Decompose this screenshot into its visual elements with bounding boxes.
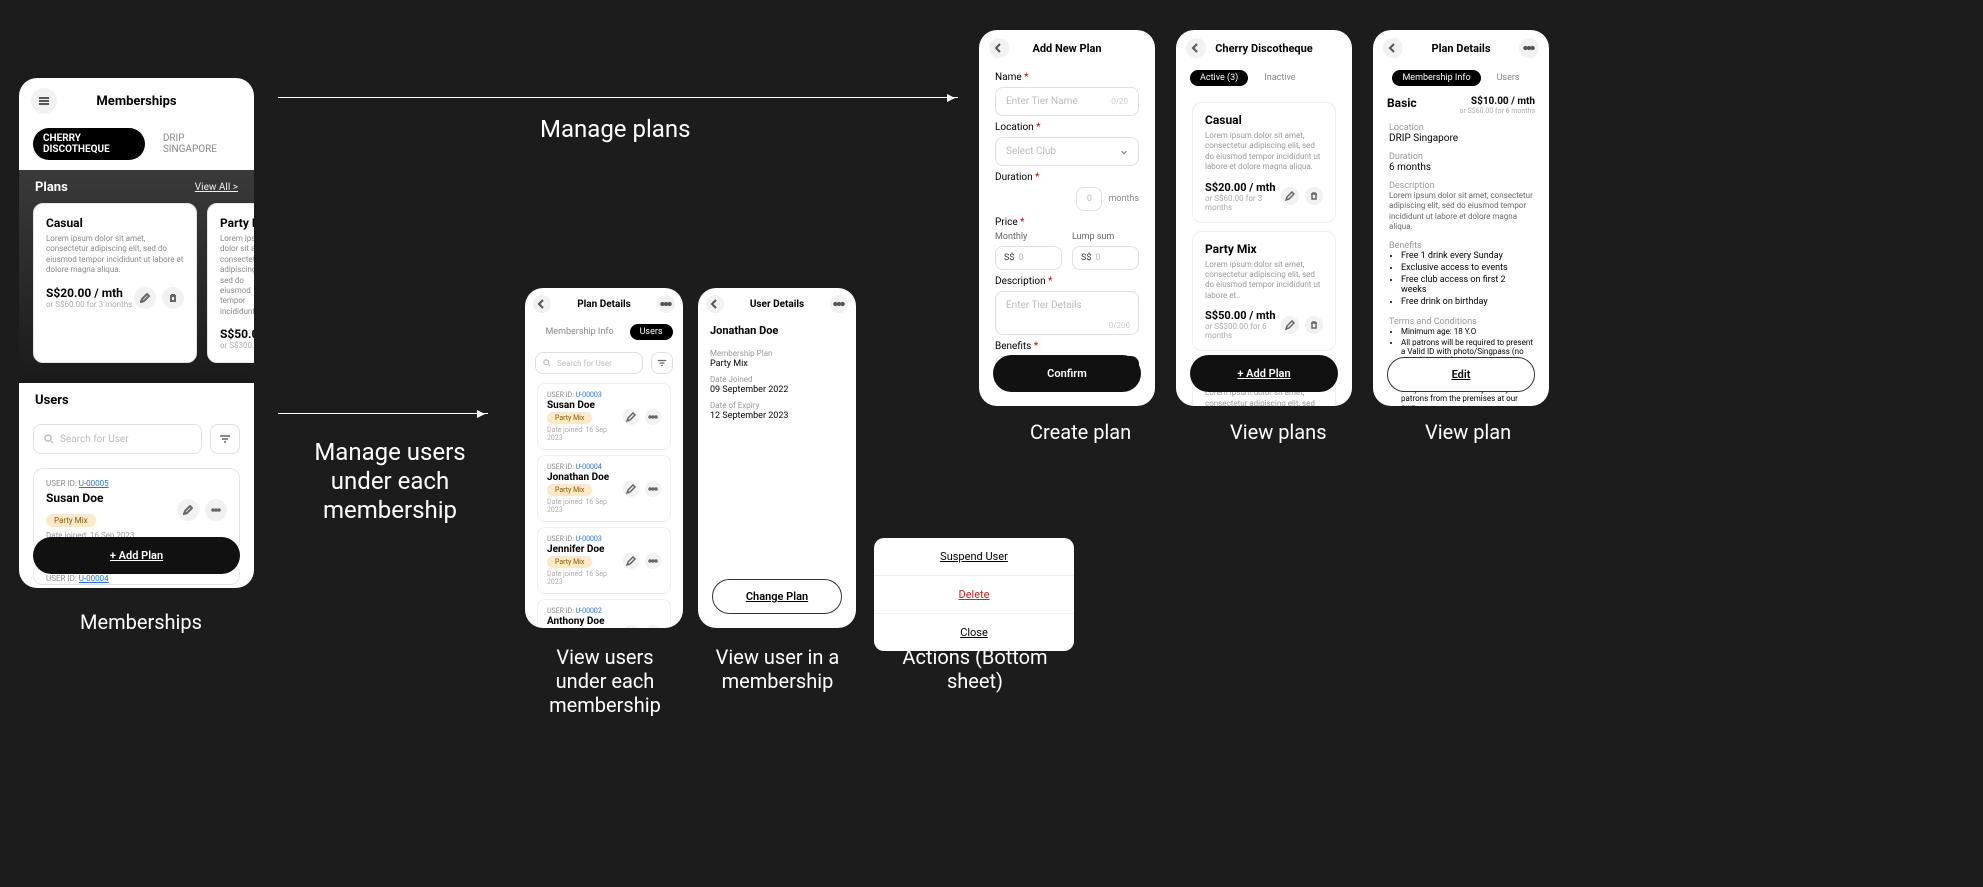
- add-plan-button[interactable]: + Add Plan: [33, 537, 240, 574]
- plan-card[interactable]: CasualLorem ipsum dolor sit amet, consec…: [1192, 102, 1336, 223]
- user-id-link[interactable]: U-00004: [79, 574, 109, 583]
- pencil-icon[interactable]: [623, 553, 639, 569]
- more-icon[interactable]: [830, 295, 848, 313]
- pencil-icon[interactable]: [623, 481, 639, 497]
- user-list-item[interactable]: USER ID: U-00003Jennifer DoeParty MixDat…: [537, 527, 671, 594]
- search-input[interactable]: Search for User: [33, 424, 202, 454]
- page-title: Plan Details: [559, 299, 649, 310]
- trash-icon[interactable]: [1305, 316, 1323, 334]
- page-title: Cherry Discotheque: [1214, 42, 1314, 55]
- tab-cherry[interactable]: CHERRY DISCOTHEQUE: [33, 128, 145, 160]
- page-title: User Details: [732, 299, 822, 310]
- arrow-manage-users: [278, 413, 488, 414]
- more-icon[interactable]: [645, 625, 661, 629]
- change-plan-button[interactable]: Change Plan: [712, 579, 842, 614]
- tab-membership-info[interactable]: Membership Info: [535, 324, 623, 340]
- user-list-item[interactable]: USER ID: U-00002Anthony DoeParty MixDate…: [537, 599, 671, 628]
- more-icon[interactable]: [645, 553, 661, 569]
- plan-card[interactable]: Party MixLorem ipsum dolor sit amet, con…: [1192, 231, 1336, 352]
- caption-view-plans: View plans: [1230, 420, 1327, 444]
- caption-memberships: Memberships: [80, 610, 202, 634]
- view-plan-screen: Plan Details Membership Info Users Basic…: [1373, 30, 1549, 406]
- user-details-screen: User Details Jonathan Doe Membership Pla…: [698, 288, 856, 628]
- plan-card[interactable]: Casual Lorem ipsum dolor sit amet, conse…: [33, 203, 197, 363]
- more-icon[interactable]: [657, 295, 675, 313]
- pencil-icon[interactable]: [1281, 316, 1299, 334]
- filter-icon[interactable]: [210, 424, 240, 454]
- user-id-link[interactable]: U-00002: [576, 607, 602, 615]
- tab-users[interactable]: Users: [1487, 70, 1530, 86]
- monthly-input[interactable]: S$0: [995, 246, 1062, 270]
- page-title: Add New Plan: [1017, 42, 1117, 55]
- menu-icon[interactable]: [31, 88, 57, 114]
- location-select[interactable]: Select Club: [995, 137, 1139, 166]
- delete-action[interactable]: Delete: [874, 576, 1074, 614]
- back-icon[interactable]: [706, 295, 724, 313]
- plan-badge: Party Mix: [46, 514, 96, 527]
- trash-icon[interactable]: [1305, 187, 1323, 205]
- arrow-manage-plans: [278, 97, 958, 98]
- user-id-link[interactable]: U-00003: [576, 535, 602, 543]
- plan-details-users-screen: Plan Details Membership Info Users Searc…: [525, 288, 683, 628]
- caption-view-plan: View plan: [1425, 420, 1511, 444]
- tab-active[interactable]: Active (3): [1190, 70, 1248, 86]
- user-id-link[interactable]: U-00005: [79, 479, 109, 488]
- pencil-icon[interactable]: [623, 625, 639, 629]
- description-input[interactable]: Enter Tier Details0/200: [995, 291, 1139, 335]
- pencil-icon[interactable]: [177, 499, 199, 521]
- caption-view-user: View user in a membership: [695, 645, 860, 693]
- more-icon[interactable]: [205, 499, 227, 521]
- plan-card[interactable]: Party Mi Lorem ipsum dolor sit amet, con…: [207, 203, 254, 363]
- chevron-down-icon: [1120, 148, 1128, 156]
- pencil-icon[interactable]: [134, 287, 156, 309]
- user-list-item[interactable]: USER ID: U-00004Jonathan DoeParty MixDat…: [537, 455, 671, 522]
- filter-icon[interactable]: [651, 352, 673, 374]
- tab-drip[interactable]: DRIP SINGAPORE: [153, 128, 240, 160]
- edit-button[interactable]: Edit: [1387, 357, 1535, 392]
- back-icon[interactable]: [1186, 38, 1206, 58]
- lump-input[interactable]: S$0: [1072, 246, 1139, 270]
- page-title: Plan Details: [1411, 42, 1511, 55]
- back-icon[interactable]: [989, 38, 1009, 58]
- plans-header: Plans: [35, 180, 68, 195]
- flow-manage-plans: Manage plans: [540, 115, 690, 143]
- flow-manage-users: Manage users under each membership: [290, 438, 490, 524]
- back-icon[interactable]: [1383, 38, 1403, 58]
- tab-users[interactable]: Users: [630, 324, 673, 340]
- pencil-icon[interactable]: [623, 409, 639, 425]
- add-plan-button[interactable]: + Add Plan: [1190, 355, 1338, 392]
- create-plan-screen: Add New Plan Name * Enter Tier Name0/20 …: [979, 30, 1155, 406]
- pencil-icon[interactable]: [1281, 187, 1299, 205]
- suspend-action[interactable]: Suspend User: [874, 538, 1074, 576]
- more-icon[interactable]: [1519, 38, 1539, 58]
- tab-inactive[interactable]: Inactive: [1254, 70, 1305, 86]
- user-list-item[interactable]: USER ID: U-00003Susan DoeParty MixDate j…: [537, 383, 671, 450]
- confirm-button[interactable]: Confirm: [993, 355, 1141, 392]
- name-input[interactable]: Enter Tier Name0/20: [995, 87, 1139, 116]
- more-icon[interactable]: [645, 409, 661, 425]
- search-input[interactable]: Search for User: [535, 352, 643, 374]
- more-icon[interactable]: [645, 481, 661, 497]
- memberships-screen: Memberships CHERRY DISCOTHEQUE DRIP SING…: [19, 78, 254, 588]
- caption-create-plan: Create plan: [1030, 420, 1131, 444]
- tab-membership-info[interactable]: Membership Info: [1392, 70, 1480, 86]
- caption-view-users: View users under each membership: [535, 645, 675, 717]
- plan-name: Basic: [1387, 96, 1417, 110]
- user-id-link[interactable]: U-00003: [576, 391, 602, 399]
- duration-input[interactable]: 0: [1076, 187, 1102, 211]
- action-sheet: Suspend User Delete Close: [874, 538, 1074, 651]
- back-icon[interactable]: [533, 295, 551, 313]
- caption-actions: Actions (Bottom sheet): [900, 645, 1050, 693]
- user-id-link[interactable]: U-00004: [576, 463, 602, 471]
- page-title: Memberships: [65, 94, 208, 109]
- view-all-link[interactable]: View All >: [195, 182, 238, 193]
- user-name: Jonathan Doe: [698, 320, 856, 341]
- users-header: Users: [35, 393, 69, 408]
- view-plans-screen: Cherry Discotheque Active (3) Inactive C…: [1176, 30, 1352, 406]
- trash-icon[interactable]: [162, 287, 184, 309]
